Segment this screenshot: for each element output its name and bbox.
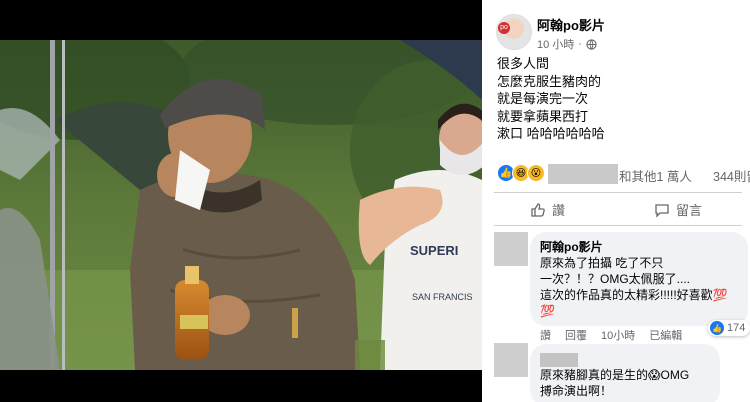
photo-viewer: SUPERI SAN FRANCIS [0,0,482,402]
post-panel: po 阿翰po影片 10 小時 · 很多人問 怎麼克服生豬肉的 就是每演完一次 … [482,0,750,402]
comment-like-number: 174 [727,322,746,334]
globe-icon [586,38,597,50]
comment-actions: 讚 回覆 10小時 已編輯 [540,327,682,343]
caption-line: 很多人問 [497,56,550,71]
comment-reply-link[interactable]: 回覆 [565,327,587,343]
comment-line: 原來豬腳真的是生的😱OMG [540,368,690,382]
comment-line: 搏命演出啊！ [540,384,613,398]
author-name[interactable]: 阿翰po影片 [537,15,605,34]
comment-emoji: 💯 [540,304,555,318]
comment-author-redacted[interactable] [540,351,710,367]
comment-edited[interactable]: 已編輯 [649,327,682,343]
comment-button[interactable]: 留言 [654,200,702,219]
caption-line: 漱口 哈哈哈哈哈哈 [497,126,605,141]
time-separator: · [578,38,582,50]
svg-text:SAN FRANCIS: SAN FRANCIS [412,292,473,302]
commenter-avatar[interactable] [494,343,528,377]
post-photo[interactable]: SUPERI SAN FRANCIS [0,40,482,370]
comment-author[interactable]: 阿翰po影片 [540,239,738,255]
post-caption: 很多人問 怎麼克服生豬肉的 就是每演完一次 就要拿蘋果西打 漱口 哈哈哈哈哈哈 [497,55,605,143]
comment-like-count[interactable]: 👍 174 [708,320,750,336]
comment-bubble: 阿翰po影片 原來為了拍攝 吃了不只 一次？！？OMG太佩服了.... 這次的作… [530,232,748,326]
comment-line: 原來為了拍攝 吃了不只 [540,256,664,270]
post-time[interactable]: 10 小時 [537,36,574,52]
comment-count[interactable]: 344則留 [713,166,750,185]
comment-bubble: 原來豬腳真的是生的😱OMG 搏命演出啊！ [530,344,720,402]
reaction-count[interactable]: 和其他1 萬人 [619,166,692,185]
thumbs-up-icon [531,202,545,217]
comment-line: 一次？！？OMG太佩服了.... [540,272,691,286]
like-button[interactable]: 讚 [530,200,565,219]
redacted-name [548,164,618,184]
commenter-avatar[interactable] [494,232,528,266]
avatar-badge: po [498,22,510,34]
comment-line: 這次的作品真的太精彩!!!!!好喜歡💯 [540,288,728,302]
caption-line: 怎麼克服生豬肉的 [497,73,602,89]
comment-like-link[interactable]: 讚 [540,327,551,343]
speech-bubble-icon [655,203,669,218]
caption-line: 就要拿蘋果西打 [497,108,589,124]
post-meta: 10 小時 · [537,36,597,52]
like-icon: 👍 [710,321,724,335]
caption-line: 就是每演完一次 [497,91,589,106]
redacted-commenter [540,352,578,367]
wow-reaction-icon: 😮 [527,164,545,182]
divider [494,225,742,226]
reaction-icons[interactable]: 👍 😆 😮 [497,164,545,182]
divider [494,192,742,193]
like-label: 讚 [552,203,566,218]
comment-label: 留言 [676,203,703,218]
comment-time[interactable]: 10小時 [601,327,635,343]
svg-text:SUPERI: SUPERI [410,243,458,258]
